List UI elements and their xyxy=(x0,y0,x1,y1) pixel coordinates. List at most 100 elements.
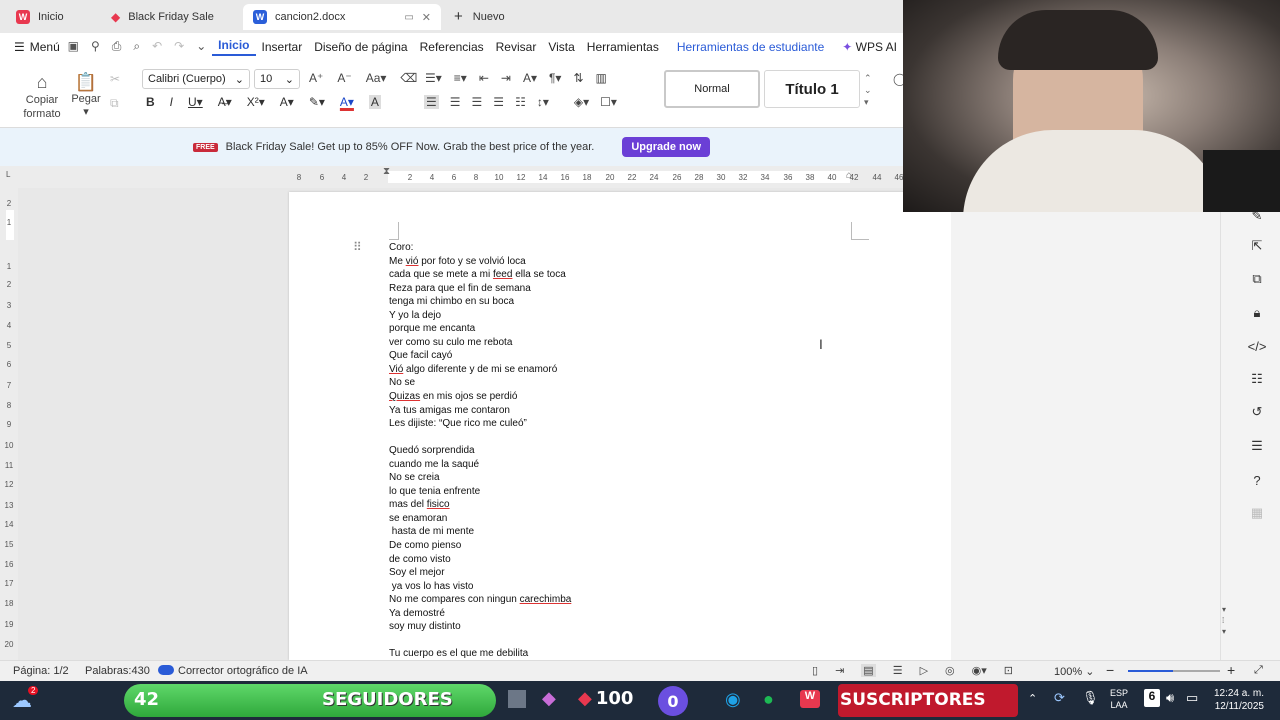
volume-icon[interactable]: 🔊︎ xyxy=(1166,690,1174,706)
tray-expand-icon[interactable]: ⌃ xyxy=(1028,692,1037,705)
eye-protect-icon[interactable]: ◉▾ xyxy=(972,664,987,677)
mic-icon[interactable]: 🎙︎ xyxy=(1082,690,1099,706)
spellcheck-toggle[interactable] xyxy=(158,665,174,675)
more-icon[interactable]: ⌄ xyxy=(196,39,206,54)
document-line[interactable]: mas del fisico xyxy=(389,498,829,512)
word-count[interactable]: Palabras:430 xyxy=(85,665,150,677)
zoom-out-icon[interactable]: − xyxy=(1106,662,1114,678)
web-layout-icon[interactable]: ◎ xyxy=(945,664,955,677)
font-color-icon[interactable]: A▾ xyxy=(340,95,354,109)
font-family-select[interactable]: Calibri (Cuerpo) ⌄ xyxy=(142,69,250,89)
styles-scroll[interactable]: ⌃ ⌄ ▾ xyxy=(864,72,872,108)
tab-vista[interactable]: Vista xyxy=(542,40,580,54)
document-line[interactable]: cuando me la saqué xyxy=(389,458,829,472)
bullets-icon[interactable]: ☰▾ xyxy=(425,71,442,85)
read-mode-icon[interactable]: ▯ xyxy=(812,664,818,677)
style-title1[interactable]: Título 1 xyxy=(764,70,860,108)
widgets-button[interactable]: ☁ 2 xyxy=(12,686,40,714)
print-preview-icon[interactable]: ⌕ xyxy=(133,39,140,54)
drag-handle-icon[interactable]: ⠿ xyxy=(353,240,362,254)
outline-icon[interactable]: ☰ xyxy=(893,664,903,677)
tab-black-friday[interactable]: ◆ Black Friday Sale xyxy=(101,4,238,30)
document-line[interactable]: No se creia xyxy=(389,471,829,485)
sort-icon[interactable]: ⇅ xyxy=(573,71,583,85)
tab-cancion2[interactable]: W cancion2.docx ▭ ✕ xyxy=(243,4,441,30)
shrink-font-icon[interactable]: A⁻ xyxy=(337,71,351,85)
document-line[interactable]: se enamoran xyxy=(389,512,829,526)
document-line[interactable]: Quizas en mis ojos se perdió xyxy=(389,390,829,404)
tab-stop-icon[interactable]: L xyxy=(6,170,10,179)
print-icon[interactable]: ⎙ xyxy=(112,39,122,54)
page-indicator[interactable]: Página: 1/2 xyxy=(13,665,69,677)
tab-herramientas[interactable]: Herramientas xyxy=(581,40,665,54)
document-line[interactable]: hasta de mi mente xyxy=(389,525,829,539)
history-icon[interactable]: ↺ xyxy=(1248,403,1266,421)
document-line[interactable]: tenga mi chimbo en su boca xyxy=(389,295,829,309)
copy-icon[interactable]: ⧉ xyxy=(110,96,119,111)
scroll-controls[interactable]: ▾ ⁞ ▾ xyxy=(1222,604,1226,637)
change-case-icon[interactable]: Aa▾ xyxy=(366,71,387,85)
save-icon[interactable]: ▣ xyxy=(68,39,79,54)
tab-inicio-menu[interactable]: Inicio xyxy=(212,38,256,56)
font-size-select[interactable]: 10 ⌄ xyxy=(254,69,300,89)
settings-sliders-icon[interactable]: ☷ xyxy=(1248,370,1266,388)
fit-page-icon[interactable]: ⊡ xyxy=(1004,664,1013,677)
paste-button[interactable]: 📋 Pegar ▾ xyxy=(68,72,104,118)
align-left-icon[interactable]: ☰ xyxy=(424,95,439,109)
document-line[interactable]: Soy el mejor xyxy=(389,566,829,580)
align-center-icon[interactable]: ☰ xyxy=(450,95,461,109)
document-line[interactable] xyxy=(389,634,829,648)
zoom-in-icon[interactable]: + xyxy=(1227,662,1235,678)
fullscreen-icon[interactable]: ⤢ xyxy=(1254,664,1263,677)
distributed-icon[interactable]: ☷ xyxy=(515,95,526,109)
taskview-icon[interactable] xyxy=(508,690,526,708)
strikethrough-icon[interactable]: A̶▾ xyxy=(218,95,232,109)
document-line[interactable]: Ya tus amigas me contaron xyxy=(389,404,829,418)
help-icon[interactable]: ? xyxy=(1248,471,1266,489)
document-line[interactable]: No se xyxy=(389,376,829,390)
document-line[interactable]: Coro: xyxy=(389,241,829,255)
app-icon-zero[interactable]: 0 xyxy=(658,686,688,716)
paragraph-mark-icon[interactable]: ¶▾ xyxy=(549,71,561,85)
app-6-icon[interactable]: 6 xyxy=(1144,689,1160,707)
sync-icon[interactable]: ⟳ xyxy=(1054,690,1065,706)
document-line[interactable]: ya vos lo has visto xyxy=(389,580,829,594)
export-icon[interactable]: ⇥ xyxy=(835,664,844,677)
underline-icon[interactable]: U▾ xyxy=(188,95,203,109)
upgrade-button[interactable]: Upgrade now xyxy=(622,137,710,157)
document-line[interactable]: Me vió por foto y se volvió loca xyxy=(389,255,829,269)
text-effects-icon[interactable]: A▾ xyxy=(280,95,294,109)
document-line[interactable]: Y yo la dejo xyxy=(389,309,829,323)
increase-indent-icon[interactable]: ⇥ xyxy=(501,71,511,85)
grid-icon[interactable]: ▦ xyxy=(1248,504,1266,522)
align-right-icon[interactable]: ☰ xyxy=(472,95,483,109)
tab-revisar[interactable]: Revisar xyxy=(490,40,543,54)
wps-taskbar-icon[interactable]: W xyxy=(800,690,820,708)
borders-icon[interactable]: ☐▾ xyxy=(600,95,617,109)
cut-icon[interactable]: ✂ xyxy=(110,72,120,86)
document-line[interactable]: Ya demostré xyxy=(389,607,829,621)
indent-marker-icon[interactable]: ⧗ xyxy=(383,166,390,177)
document-line[interactable]: soy muy distinto xyxy=(389,620,829,634)
document-line[interactable]: Que facil cayó xyxy=(389,349,829,363)
bold-icon[interactable]: B xyxy=(146,95,155,109)
window-icon[interactable]: ▭ xyxy=(404,12,413,23)
document-line[interactable]: Quedó sorprendida xyxy=(389,444,829,458)
clear-format-icon[interactable]: ⌫ xyxy=(400,71,417,85)
document-line[interactable]: porque me encanta xyxy=(389,322,829,336)
redo-icon[interactable]: ↷ xyxy=(174,39,184,54)
italic-icon[interactable]: I xyxy=(170,95,173,109)
document-line[interactable]: Les dijiste: “Que rico me culeó” xyxy=(389,417,829,431)
new-tab-button[interactable]: + Nuevo xyxy=(454,8,505,25)
document-line[interactable]: lo que tenia enfrente xyxy=(389,485,829,499)
grow-font-icon[interactable]: A⁺ xyxy=(309,71,323,85)
justify-icon[interactable]: ☰ xyxy=(493,95,504,109)
document-line[interactable]: Vió algo diferente y de mi se enamoró xyxy=(389,363,829,377)
tab-diseno[interactable]: Diseño de página xyxy=(308,40,413,54)
main-menu-button[interactable]: ☰ Menú xyxy=(0,40,62,54)
columns-icon[interactable]: ▥ xyxy=(596,71,607,85)
copilot-icon[interactable]: ◆ xyxy=(542,688,556,709)
shading-icon[interactable]: ◈▾ xyxy=(574,95,589,109)
document-line[interactable]: No me compares con ningun carechimba xyxy=(389,593,829,607)
close-tab-icon[interactable]: ✕ xyxy=(422,11,431,24)
